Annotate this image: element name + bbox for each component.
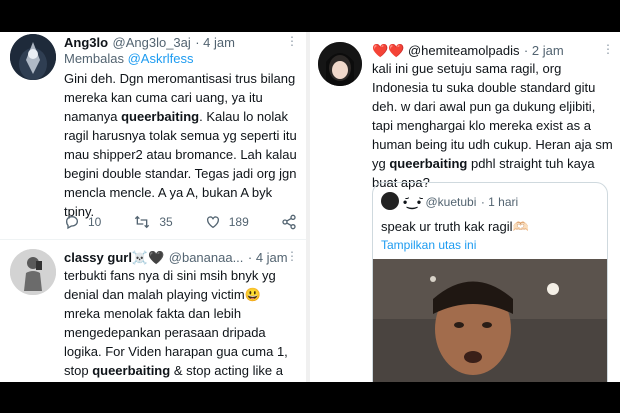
quote-avatar[interactable] [381,192,399,210]
user-handle[interactable]: @Ang3lo_3aj [113,35,191,50]
share-button[interactable] [281,214,305,230]
share-icon [282,214,296,230]
letterbox-bottom [0,382,620,413]
quoted-tweet[interactable]: •᷄‿•᷅ @kuetubi · 1 hari speak ur truth k… [372,182,608,382]
quote-timestamp[interactable]: · 1 hari [481,195,518,209]
reply-to-link[interactable]: @Askrlfess [128,51,194,66]
reply-prefix: Membalas [64,51,128,66]
tweet-text: kali ini gue setuju sama ragil, org Indo… [372,59,614,192]
timestamp[interactable]: · 4 jam [248,250,288,265]
like-count: 189 [228,215,249,229]
retweet-button[interactable]: 35 [133,214,173,230]
tweet-text-part: . Kalau lo nolak ragil harusnya tolak se… [64,109,297,219]
right-screenshot-panel: ❤️❤️ @hemiteamolpadis · 2 jam ⋮ kali ini… [310,32,620,382]
reply-count: 10 [88,215,102,229]
avatar[interactable] [10,249,56,295]
more-options-icon[interactable]: ⋮ [602,42,615,56]
letterbox-top [0,0,620,32]
highlighted-keyword: queerbaiting [92,363,171,378]
reply-icon [65,215,79,230]
more-options-icon[interactable]: ⋮ [286,249,299,263]
quote-text: speak ur truth kak ragil🫶🏻 [381,219,529,234]
quote-display-name[interactable]: •᷄‿•᷅ [403,195,421,209]
more-options-icon[interactable]: ⋮ [286,34,299,48]
reply-context: Membalas @Askrlfess [64,51,194,66]
tweet-text: terbukti fans nya di sini msih bnyk yg d… [64,266,300,382]
display-name[interactable]: ❤️❤️ @hemiteamolpadis [372,43,519,58]
retweet-icon [135,215,150,229]
heart-icon [206,216,219,229]
tweet-divider [0,239,306,240]
tweet-text-part: terbukti fans nya di sini msih bnyk yg d… [64,268,288,378]
tweet-text: Gini deh. Dgn meromantisasi trus bilang … [64,69,300,221]
reply-button[interactable]: 10 [64,214,101,230]
user-handle[interactable]: @bananaa... [169,250,244,265]
display-name[interactable]: Ang3lo [64,35,108,50]
retweet-count: 35 [159,215,173,229]
like-button[interactable]: 189 [205,214,249,230]
avatar[interactable] [318,42,362,86]
highlighted-keyword: queerbaiting [121,109,200,124]
display-name[interactable]: classy gurl☠️🖤 [64,250,164,265]
quote-handle[interactable]: @kuetubi [426,195,477,209]
timestamp[interactable]: · 4 jam [195,35,235,50]
avatar[interactable] [10,34,56,80]
tweet-actions: 10 35 189 [64,214,305,230]
timestamp[interactable]: · 2 jam [524,43,564,58]
tweet-text-part: kali ini gue setuju sama ragil, org Indo… [372,61,613,171]
show-thread-link[interactable]: Tampilkan utas ini [381,238,476,252]
quote-video-thumbnail[interactable] [373,259,607,382]
left-screenshot-panel: Ang3lo @Ang3lo_3aj · 4 jam ⋮ Membalas @A… [0,32,306,382]
highlighted-keyword: queerbaiting [389,156,468,171]
